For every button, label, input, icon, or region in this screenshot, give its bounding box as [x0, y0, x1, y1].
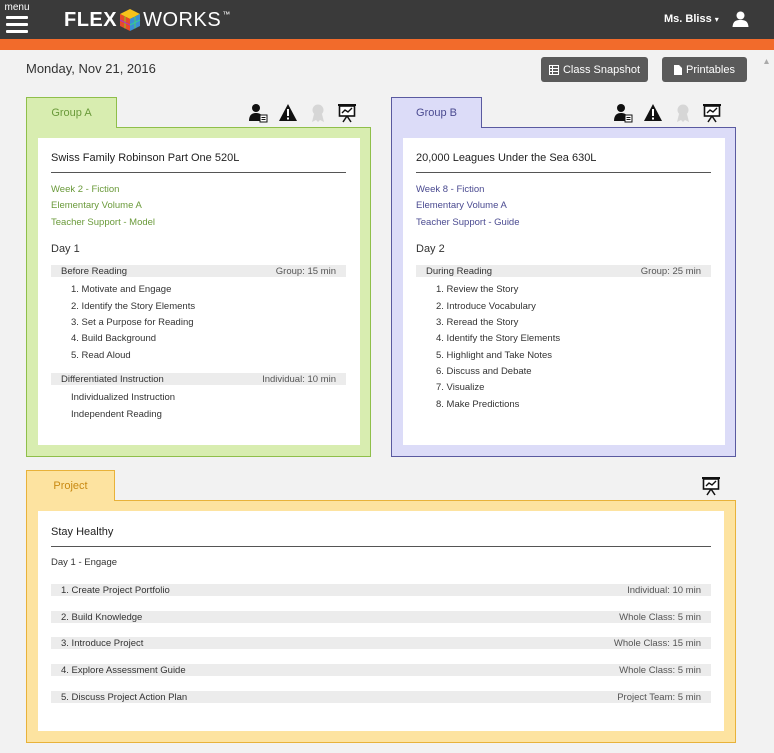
step-name: 5. Discuss Project Action Plan: [61, 691, 188, 703]
week-label: Week 2 - Fiction: [51, 184, 120, 195]
step-name: 3. Introduce Project: [61, 637, 144, 649]
support-label: Teacher Support - Guide: [416, 217, 520, 228]
step-time: Whole Class: 5 min: [619, 664, 701, 676]
list-item[interactable]: 4. Build Background: [71, 333, 156, 344]
presentation-icon[interactable]: [702, 103, 722, 123]
document-icon: [674, 64, 683, 75]
step-time: Whole Class: 15 min: [613, 637, 701, 649]
current-date: Monday, Nov 21, 2016: [26, 61, 156, 76]
logo-text-right: WORKS: [143, 8, 222, 31]
step-time: Whole Class: 5 min: [619, 611, 701, 623]
tab-label: Group A: [51, 107, 92, 119]
tab-project[interactable]: Project: [26, 470, 115, 501]
teacher-support-icon[interactable]: [613, 103, 633, 123]
project-step-row[interactable]: 5. Discuss Project Action Plan Project T…: [51, 691, 711, 703]
lesson-title[interactable]: 20,000 Leagues Under the Sea 630L: [416, 152, 596, 164]
project-step-row[interactable]: 1. Create Project Portfolio Individual: …: [51, 584, 711, 596]
menu-label: menu: [4, 2, 30, 13]
list-item[interactable]: 1. Review the Story: [436, 284, 518, 295]
project-step-row[interactable]: 3. Introduce Project Whole Class: 15 min: [51, 637, 711, 649]
section-name: Before Reading: [61, 265, 128, 277]
printables-label: Printables: [686, 63, 735, 76]
award-ribbon-icon[interactable]: [673, 103, 693, 123]
step-time: Individual: 10 min: [627, 584, 701, 596]
title-divider: [51, 172, 346, 173]
list-item[interactable]: 2. Introduce Vocabulary: [436, 301, 536, 312]
list-item[interactable]: 1. Motivate and Engage: [71, 284, 171, 295]
list-item[interactable]: Independent Reading: [71, 409, 162, 420]
flexworks-logo[interactable]: FLEX WORKS ™: [64, 7, 231, 33]
support-label: Teacher Support - Model: [51, 217, 156, 228]
presentation-icon[interactable]: [337, 103, 357, 123]
title-divider: [51, 546, 711, 547]
list-item[interactable]: 3. Reread the Story: [436, 317, 518, 328]
title-divider: [416, 172, 711, 173]
day-label: Day 2: [416, 243, 445, 255]
section-header-during-reading[interactable]: During Reading Group: 25 min: [416, 265, 711, 277]
step-name: 2. Build Knowledge: [61, 611, 143, 623]
user-icon[interactable]: [732, 11, 749, 27]
section-time: Group: 25 min: [640, 265, 701, 277]
section-header-before-reading[interactable]: Before Reading Group: 15 min: [51, 265, 346, 277]
section-time: Group: 15 min: [275, 265, 336, 277]
tab-label: Group B: [416, 107, 457, 119]
hamburger-icon: [6, 16, 28, 33]
day-label: Day 1 - Engage: [51, 557, 118, 568]
logo-trademark: ™: [222, 9, 231, 19]
chevron-down-icon: ▾: [714, 15, 719, 24]
award-ribbon-icon[interactable]: [308, 103, 328, 123]
section-header-differentiated-instruction[interactable]: Differentiated Instruction Individual: 1…: [51, 373, 346, 385]
warning-icon[interactable]: [643, 103, 663, 123]
printables-button[interactable]: Printables: [662, 57, 747, 82]
warning-icon[interactable]: [278, 103, 298, 123]
project-title[interactable]: Stay Healthy: [51, 526, 113, 538]
list-item[interactable]: Individualized Instruction: [71, 392, 175, 403]
step-name: 4. Explore Assessment Guide: [61, 664, 186, 676]
section-time: Individual: 10 min: [262, 373, 336, 385]
accent-strip: [0, 39, 774, 50]
cube-logo-icon: [119, 9, 141, 31]
list-item[interactable]: 3. Set a Purpose for Reading: [71, 317, 194, 328]
class-snapshot-button[interactable]: Class Snapshot: [541, 57, 648, 82]
scroll-up-icon[interactable]: [764, 58, 769, 68]
week-label: Week 8 - Fiction: [416, 184, 485, 195]
lesson-title[interactable]: Swiss Family Robinson Part One 520L: [51, 152, 239, 164]
tab-group-a[interactable]: Group A: [26, 97, 117, 128]
list-item[interactable]: 5. Highlight and Take Notes: [436, 350, 552, 361]
step-time: Project Team: 5 min: [617, 691, 701, 703]
user-name: Ms. Bliss: [664, 13, 712, 25]
tab-group-b[interactable]: Group B: [391, 97, 482, 128]
step-name: 1. Create Project Portfolio: [61, 584, 170, 596]
list-item[interactable]: 7. Visualize: [436, 382, 484, 393]
volume-label: Elementary Volume A: [416, 200, 507, 211]
day-label: Day 1: [51, 243, 80, 255]
volume-label: Elementary Volume A: [51, 200, 142, 211]
section-name: Differentiated Instruction: [61, 373, 164, 385]
project-step-row[interactable]: 4. Explore Assessment Guide Whole Class:…: [51, 664, 711, 676]
list-item[interactable]: 2. Identify the Story Elements: [71, 301, 195, 312]
list-item[interactable]: 4. Identify the Story Elements: [436, 333, 560, 344]
list-item[interactable]: 6. Discuss and Debate: [436, 366, 532, 377]
presentation-icon[interactable]: [701, 476, 721, 496]
list-item[interactable]: 5. Read Aloud: [71, 350, 131, 361]
logo-text-left: FLEX: [64, 8, 118, 31]
list-item[interactable]: 8. Make Predictions: [436, 399, 519, 410]
user-menu[interactable]: Ms. Bliss ▾: [664, 13, 719, 25]
table-icon: [548, 64, 559, 75]
section-name: During Reading: [426, 265, 493, 277]
teacher-support-icon[interactable]: [248, 103, 268, 123]
tab-label: Project: [53, 480, 88, 492]
menu-button[interactable]: menu: [4, 3, 30, 35]
project-step-row[interactable]: 2. Build Knowledge Whole Class: 5 min: [51, 611, 711, 623]
class-snapshot-label: Class Snapshot: [562, 63, 641, 76]
